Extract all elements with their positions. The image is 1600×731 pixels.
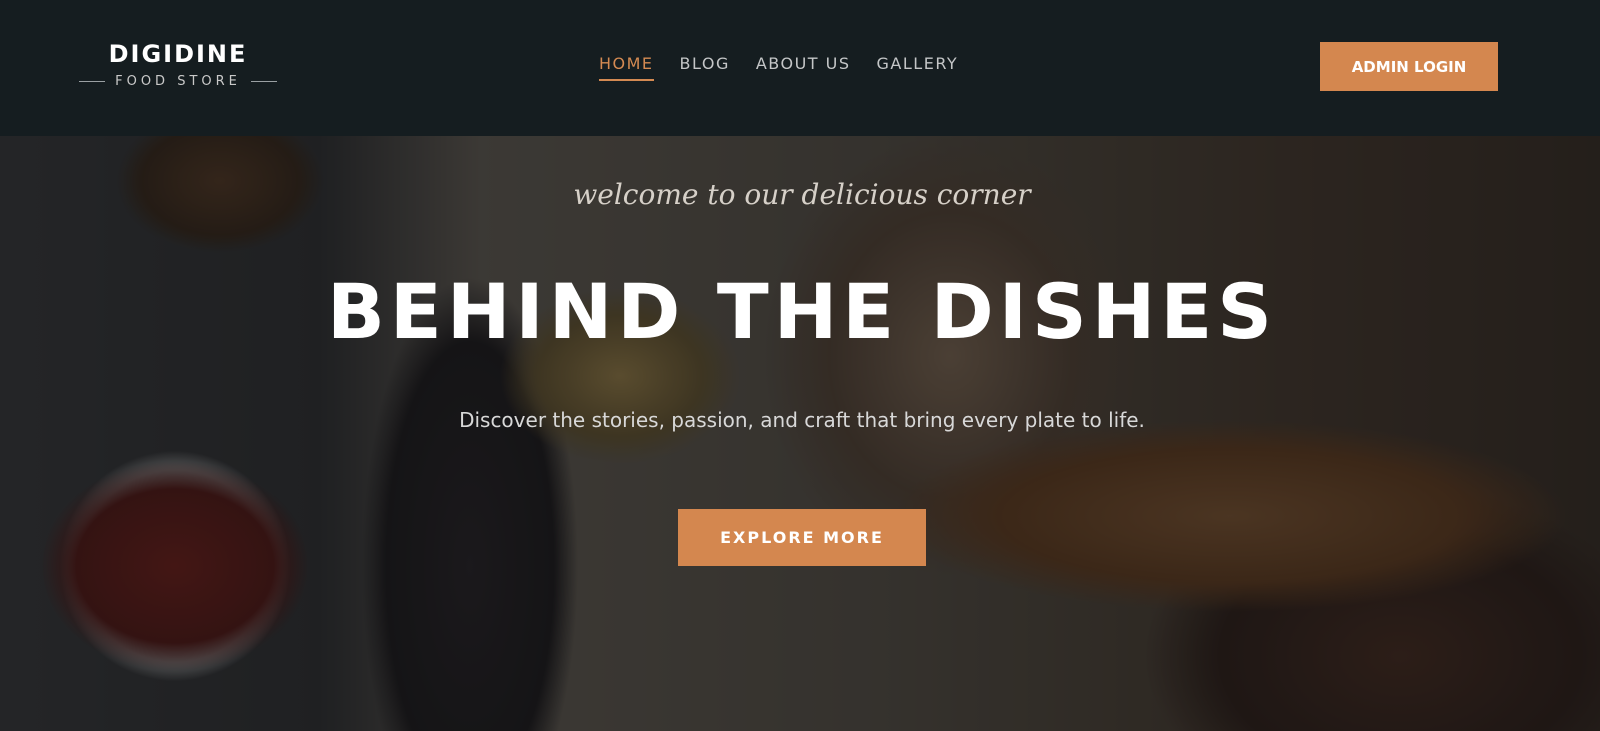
logo[interactable]: DIGIDINE FOOD STORE <box>72 40 284 89</box>
logo-title: DIGIDINE <box>108 40 248 68</box>
hero-section: welcome to our delicious corner BEHIND T… <box>0 136 1600 731</box>
nav-item-home[interactable]: HOME <box>599 54 654 81</box>
nav-item-about-us[interactable]: ABOUT US <box>756 54 851 81</box>
hero-content: welcome to our delicious corner BEHIND T… <box>0 136 1600 731</box>
admin-login-button[interactable]: ADMIN LOGIN <box>1320 42 1498 91</box>
logo-divider-right <box>250 81 277 82</box>
nav-item-gallery[interactable]: GALLERY <box>877 54 959 81</box>
explore-more-button[interactable]: EXPLORE MORE <box>678 509 926 566</box>
nav-item-blog[interactable]: BLOG <box>680 54 730 81</box>
site-header: DIGIDINE FOOD STORE HOME BLOG ABOUT US G… <box>0 0 1600 136</box>
logo-tagline: FOOD STORE <box>115 74 241 89</box>
logo-divider-left <box>79 81 106 82</box>
logo-subtitle: FOOD STORE <box>72 74 284 89</box>
hero-title: BEHIND THE DISHES <box>326 267 1278 356</box>
main-nav: HOME BLOG ABOUT US GALLERY <box>599 54 958 81</box>
hero-welcome-text: welcome to our delicious corner <box>573 178 1031 211</box>
hero-description: Discover the stories, passion, and craft… <box>459 408 1145 432</box>
